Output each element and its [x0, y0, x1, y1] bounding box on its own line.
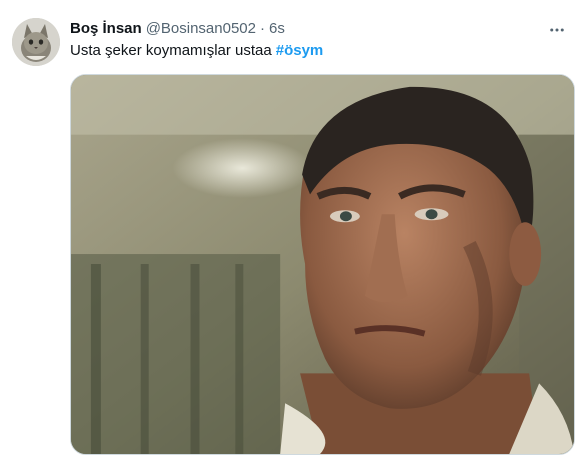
more-icon[interactable] [545, 18, 569, 42]
tweet-media-photo[interactable] [70, 74, 575, 455]
man-portrait-image [71, 75, 574, 454]
avatar[interactable] [12, 18, 60, 66]
tweet-header: Boş İnsan @Bosinsan0502 · 6s [70, 19, 285, 39]
tweet-body: Usta şeker koymamışlar ustaa [70, 42, 272, 59]
tweet[interactable]: Boş İnsan @Bosinsan0502 · 6s Usta şeker … [0, 0, 583, 466]
hashtag-link[interactable]: #ösym [276, 42, 324, 59]
tweet-text: Usta şeker koymamışlar ustaa #ösym [70, 41, 323, 61]
display-name[interactable]: Boş İnsan [70, 19, 142, 39]
user-handle[interactable]: @Bosinsan0502 [146, 19, 256, 39]
timestamp[interactable]: 6s [269, 19, 285, 39]
cat-avatar-icon [12, 18, 60, 66]
separator-dot: · [260, 20, 265, 37]
more-horizontal-icon [550, 28, 564, 32]
